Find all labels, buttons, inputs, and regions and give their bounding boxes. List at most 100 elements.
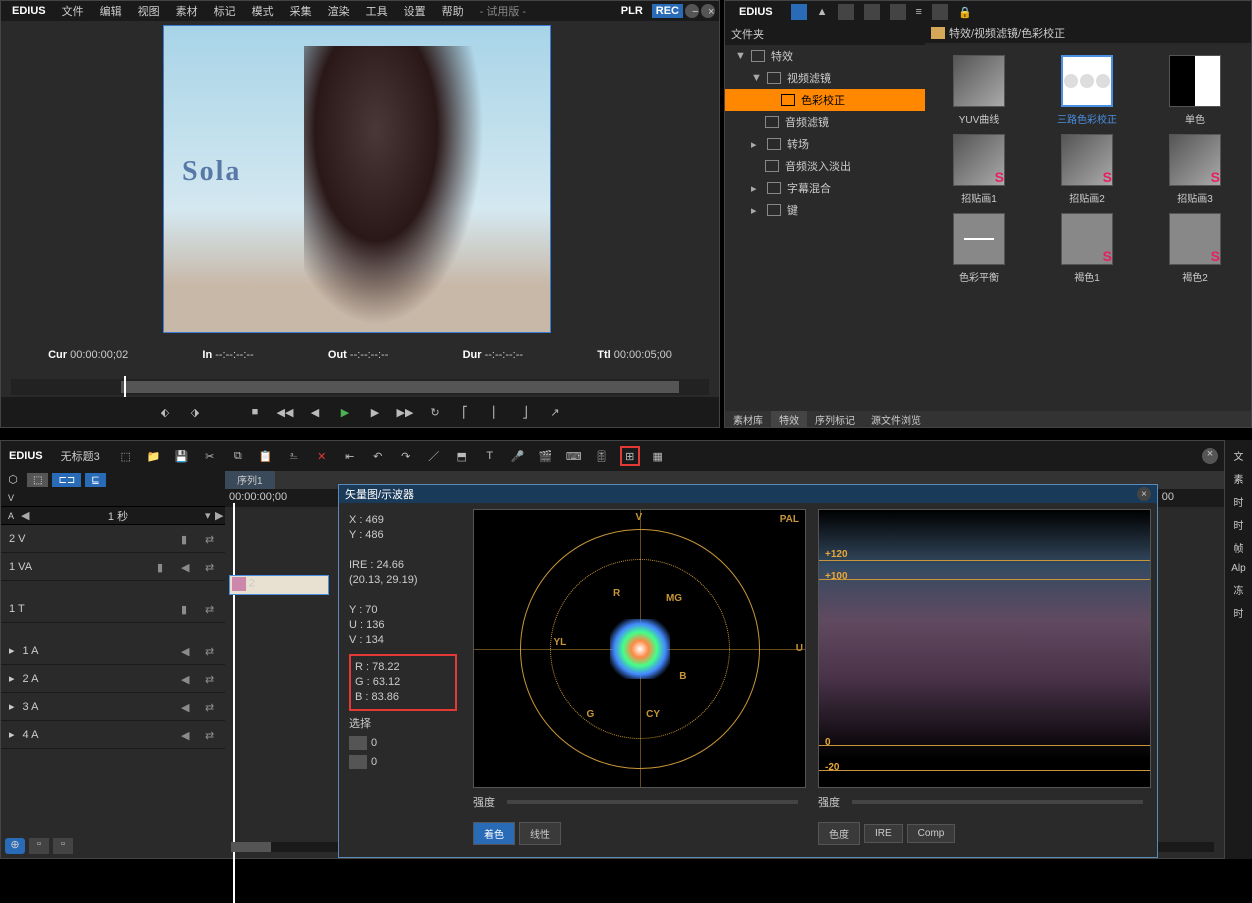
chroma-button[interactable]: 色度 — [818, 822, 860, 845]
tool-save[interactable]: 💾 — [172, 446, 192, 466]
track-1va[interactable]: 1 VA▮◀⇄ — [1, 553, 225, 581]
tool-select[interactable]: ⬚ — [116, 446, 136, 466]
timeline-clip[interactable]: 2 — [229, 575, 329, 595]
mode-insert[interactable]: ⊏⊐ — [52, 473, 81, 487]
tool-cut[interactable]: ✂ — [200, 446, 220, 466]
rtab-0[interactable]: 文 — [1227, 448, 1250, 463]
tool-copy[interactable]: ⧉ — [228, 446, 248, 466]
loop-icon[interactable]: ↻ — [426, 403, 444, 421]
va-v[interactable]: V — [1, 493, 21, 503]
filter-icon[interactable] — [864, 4, 880, 20]
tab-clip-lib[interactable]: 素材库 — [725, 411, 771, 427]
menu-marker[interactable]: 标记 — [207, 1, 243, 21]
fforward-icon[interactable]: ▶▶ — [396, 403, 414, 421]
intensity-slider-2[interactable] — [852, 800, 1143, 804]
zoom-out-icon[interactable]: ▫ — [53, 838, 73, 854]
mode-v-icon[interactable]: ⬡ — [3, 473, 23, 487]
track-4a[interactable]: ▸4 A◀⇄ — [1, 721, 225, 749]
rtab-1[interactable]: 素 — [1227, 471, 1250, 486]
comp-button[interactable]: Comp — [907, 824, 956, 843]
tree-item-transition[interactable]: ▸转场 — [725, 133, 925, 155]
mode-normal[interactable]: ⬚ — [27, 473, 48, 487]
menu-mode[interactable]: 模式 — [245, 1, 281, 21]
thumb-sepia2[interactable]: S褐色2 — [1156, 213, 1234, 284]
menu-settings[interactable]: 设置 — [397, 1, 433, 21]
tool-delete[interactable]: ✕ — [312, 446, 332, 466]
sel-swatch-2[interactable] — [349, 755, 367, 769]
track-lock-icon[interactable]: ⇄ — [205, 561, 217, 573]
thumb-yuv-curve[interactable]: YUV曲线 — [940, 55, 1018, 126]
va-a[interactable]: A — [1, 511, 21, 521]
tree-item-effects[interactable]: ▼特效 — [725, 45, 925, 67]
tree-item-audiofade[interactable]: 音频淡入淡出 — [725, 155, 925, 177]
tool-redo[interactable]: ↷ — [396, 446, 416, 466]
scale-right-icon[interactable]: ▶ — [215, 509, 225, 522]
tool-layout[interactable]: ▦ — [648, 446, 668, 466]
track-lock-icon[interactable]: ⇄ — [205, 533, 217, 545]
lock-icon[interactable]: 🔒 — [958, 6, 972, 19]
export-icon[interactable]: ↗ — [546, 403, 564, 421]
rewind-icon[interactable]: ◀◀ — [276, 403, 294, 421]
next-frame-icon[interactable]: ▶ — [366, 403, 384, 421]
timeline-close-icon[interactable]: × — [1202, 448, 1218, 464]
tool-razor[interactable]: ／ — [424, 446, 444, 466]
mark-mid-icon[interactable]: ⎢ — [486, 403, 504, 421]
ire-button[interactable]: IRE — [864, 824, 903, 843]
tool-open[interactable]: 📁 — [144, 446, 164, 466]
minimize-icon[interactable]: − — [685, 4, 699, 18]
up-icon[interactable]: ▲ — [817, 6, 828, 18]
mark-in-icon[interactable]: ⎡ — [456, 403, 474, 421]
menu-clip[interactable]: 素材 — [169, 1, 205, 21]
scope-close-icon[interactable]: × — [1137, 487, 1151, 501]
tool-video[interactable]: 🎬 — [536, 446, 556, 466]
track-2v[interactable]: 2 V▮⇄ — [1, 525, 225, 553]
tool-undo[interactable]: ↶ — [368, 446, 388, 466]
track-audio-icon[interactable]: ◀ — [181, 561, 193, 573]
list-icon[interactable]: ≡ — [916, 6, 922, 18]
thumb-balance[interactable]: 色彩平衡 — [940, 213, 1018, 284]
tool-ripple[interactable]: ⇤ — [340, 446, 360, 466]
scrub-bar[interactable] — [11, 379, 709, 395]
rtab-6[interactable]: 冻 — [1227, 582, 1250, 597]
rtab-4[interactable]: 帧 — [1227, 540, 1250, 555]
thumb-sepia1[interactable]: S褐色1 — [1048, 213, 1126, 284]
linear-button[interactable]: 线性 — [519, 822, 561, 845]
vectorscope-display[interactable]: PAL V U R MG YL B G CY — [473, 509, 806, 788]
waveform-display[interactable]: +120 +100 0 -20 — [818, 509, 1151, 788]
thumb-poster1[interactable]: S招贴画1 — [940, 134, 1018, 205]
menu-render[interactable]: 渲染 — [321, 1, 357, 21]
tab-seq-markers[interactable]: 序列标记 — [807, 411, 863, 427]
timeline-scale[interactable]: 1 秒 — [31, 508, 205, 524]
scale-left-icon[interactable]: ◀ — [21, 509, 31, 522]
tree-item-titlemix[interactable]: ▸字幕混合 — [725, 177, 925, 199]
sequence-tab[interactable]: 序列1 — [225, 471, 275, 489]
tree-item-videofilter[interactable]: ▼视频滤镜 — [725, 67, 925, 89]
play-icon[interactable]: ▶ — [336, 403, 354, 421]
tree-item-key[interactable]: ▸键 — [725, 199, 925, 221]
set-in-icon[interactable]: ⬖ — [156, 403, 174, 421]
tool-group[interactable]: ⬒ — [452, 446, 472, 466]
menu-tools[interactable]: 工具 — [359, 1, 395, 21]
tab-effects[interactable]: 特效 — [771, 411, 807, 427]
tool-trim[interactable]: ⎁ — [284, 446, 304, 466]
coloring-button[interactable]: 着色 — [473, 822, 515, 845]
track-3a[interactable]: ▸3 A◀⇄ — [1, 693, 225, 721]
menu-capture[interactable]: 采集 — [283, 1, 319, 21]
import-icon[interactable] — [838, 4, 854, 20]
rtab-2[interactable]: 时 — [1227, 494, 1250, 509]
menu-help[interactable]: 帮助 — [435, 1, 471, 21]
tool-audio[interactable]: 🎤 — [508, 446, 528, 466]
tree-item-colorcorrect[interactable]: 色彩校正 — [725, 89, 925, 111]
track-video-icon[interactable]: ▮ — [181, 533, 193, 545]
stop-icon[interactable]: ■ — [246, 403, 264, 421]
close-icon[interactable]: × — [701, 4, 715, 18]
folder-view-icon[interactable] — [791, 4, 807, 20]
tool-keyboard[interactable]: ⌨ — [564, 446, 584, 466]
search-icon[interactable] — [890, 4, 906, 20]
rtab-5[interactable]: Alp — [1227, 563, 1250, 574]
zoom-in-icon[interactable]: ▫ — [29, 838, 49, 854]
prev-frame-icon[interactable]: ◀ — [306, 403, 324, 421]
preview-monitor[interactable]: Sola — [163, 25, 551, 333]
thumb-mono[interactable]: 单色 — [1156, 55, 1234, 126]
tool-title[interactable]: T — [480, 446, 500, 466]
